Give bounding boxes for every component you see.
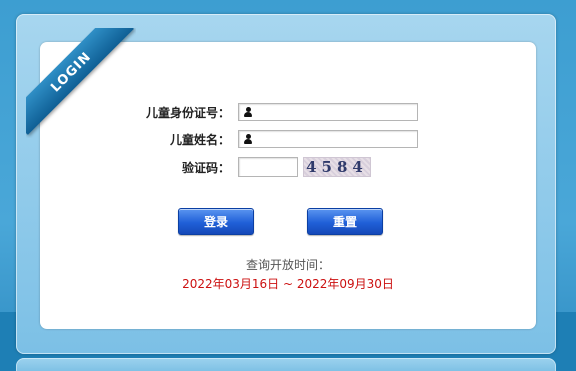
- login-button[interactable]: 登录: [178, 208, 254, 235]
- ribbon-label: LOGIN: [47, 48, 95, 96]
- name-label: 儿童姓名：: [169, 132, 230, 147]
- user-icon: [243, 133, 253, 145]
- captcha-row: 验证码：: [120, 157, 230, 177]
- name-row: 儿童姓名：: [120, 130, 230, 148]
- captcha-input[interactable]: [243, 160, 297, 174]
- id-number-field[interactable]: [238, 103, 418, 121]
- id-number-input[interactable]: [253, 105, 417, 119]
- captcha-image[interactable]: 4584: [303, 157, 371, 177]
- ribbon-band: LOGIN: [26, 28, 134, 135]
- login-ribbon: LOGIN: [26, 28, 136, 138]
- bottom-strip: [16, 358, 556, 371]
- child-name-field[interactable]: [238, 130, 418, 148]
- id-label: 儿童身份证号：: [145, 105, 230, 120]
- child-name-input[interactable]: [253, 132, 417, 146]
- reset-button[interactable]: 重置: [307, 208, 383, 235]
- captcha-field[interactable]: [238, 157, 298, 177]
- id-row: 儿童身份证号：: [120, 103, 230, 121]
- captcha-label: 验证码：: [181, 160, 230, 175]
- query-time-range: 2022年03月16日 ~ 2022年09月30日: [182, 277, 394, 291]
- query-time-label: 查询开放时间：: [245, 258, 330, 272]
- user-icon: [243, 106, 253, 118]
- captcha-image-text: 4584: [306, 158, 368, 176]
